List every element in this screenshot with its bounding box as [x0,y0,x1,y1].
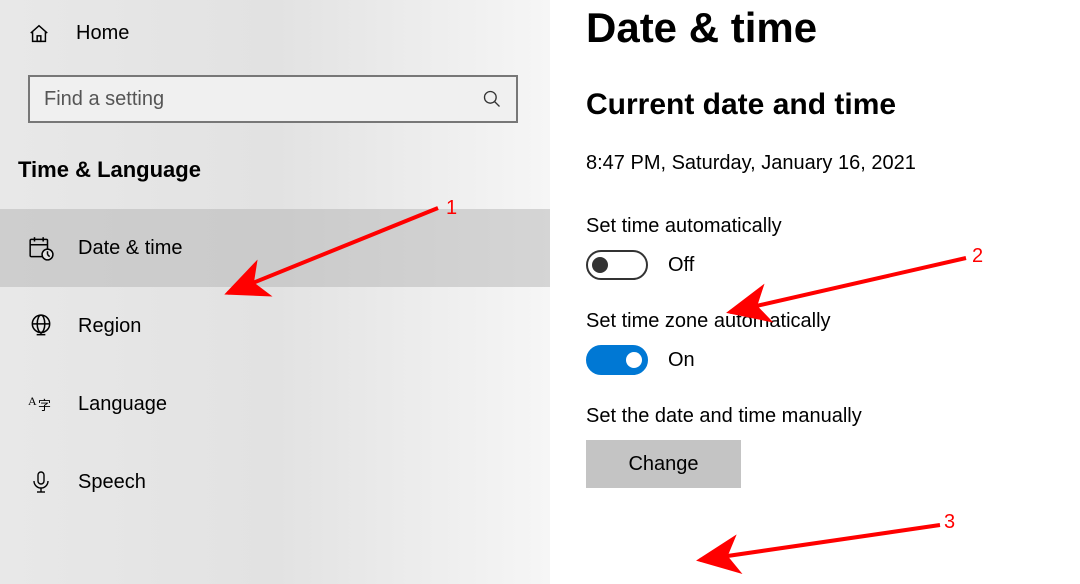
set-time-auto-state: Off [668,254,694,277]
home-nav[interactable]: Home [0,10,550,57]
microphone-icon [28,469,54,495]
sidebar: Home Time & Language [0,0,550,584]
svg-text:字: 字 [38,398,51,413]
set-tz-auto-state: On [668,349,695,372]
home-icon [28,23,50,45]
change-button[interactable]: Change [586,440,741,488]
sidebar-item-label: Speech [78,471,146,494]
sidebar-item-language[interactable]: A 字 Language [0,365,550,443]
search-box[interactable] [28,75,518,123]
section-heading: Current date and time [586,88,1040,122]
sidebar-item-speech[interactable]: Speech [0,443,550,521]
main-panel: Date & time Current date and time 8:47 P… [550,0,1080,584]
search-icon [482,89,502,109]
language-icon: A 字 [28,391,54,417]
set-time-auto-toggle[interactable] [586,250,648,280]
sidebar-item-label: Region [78,315,141,338]
set-time-auto-label: Set time automatically [586,215,1040,238]
current-datetime: 8:47 PM, Saturday, January 16, 2021 [586,152,1040,175]
globe-icon [28,313,54,339]
set-tz-auto-label: Set time zone automatically [586,310,1040,333]
calendar-clock-icon [28,235,54,261]
home-label: Home [76,22,129,45]
svg-text:A: A [28,394,37,408]
search-input[interactable] [44,88,482,111]
set-tz-auto-toggle[interactable] [586,345,648,375]
sidebar-item-label: Language [78,393,167,416]
sidebar-item-region[interactable]: Region [0,287,550,365]
page-title: Date & time [586,4,1040,52]
section-title: Time & Language [0,147,550,209]
sidebar-item-label: Date & time [78,237,182,260]
set-manual-label: Set the date and time manually [586,405,1040,428]
sidebar-item-date-time[interactable]: Date & time [0,209,550,287]
